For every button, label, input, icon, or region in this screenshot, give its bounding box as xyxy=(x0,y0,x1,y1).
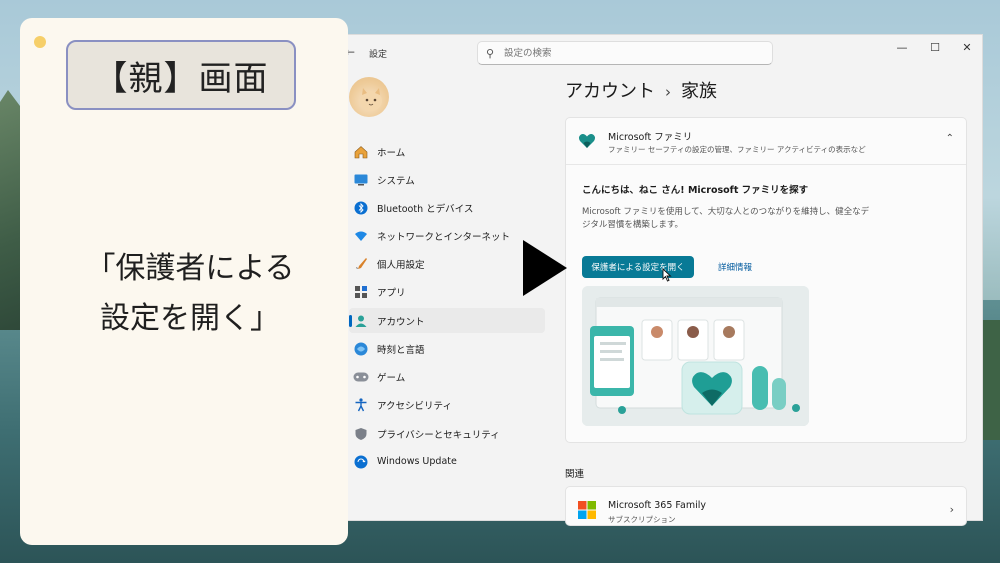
close-button[interactable]: ✕ xyxy=(957,41,977,57)
sidebar-item-label: Bluetooth とデバイス xyxy=(377,203,474,215)
sidebar-item-apps[interactable]: アプリ xyxy=(349,279,545,304)
chevron-up-icon[interactable]: ⌃ xyxy=(946,133,954,144)
chevron-right-icon: › xyxy=(949,503,954,516)
family-card-title: Microsoft ファミリ xyxy=(608,132,693,143)
system-icon xyxy=(353,172,369,188)
sidebar-item-system[interactable]: システム xyxy=(349,167,545,192)
ms365-subtitle: サブスクリプション xyxy=(608,515,676,524)
sidebar-item-accessibility[interactable]: アクセシビリティ xyxy=(349,392,545,417)
family-card-description: ファミリー セーフティの設定の管理、ファミリー アクティビティの表示など xyxy=(608,145,866,154)
sidebar-item-label: ホーム xyxy=(377,147,406,159)
sidebar-item-label: プライバシーとセキュリティ xyxy=(377,429,500,441)
title-bar: ← 設定 ⚲ — ☐ ✕ xyxy=(341,35,984,69)
family-app-illustration xyxy=(582,286,809,426)
breadcrumb-separator: › xyxy=(665,83,671,101)
sidebar-item-account[interactable]: アカウント xyxy=(349,308,545,333)
sidebar-item-gaming[interactable]: ゲーム xyxy=(349,364,545,389)
gaming-icon xyxy=(353,369,369,385)
home-icon xyxy=(353,144,369,160)
mouse-pointer-icon xyxy=(662,267,672,285)
microsoft-logo-icon xyxy=(578,501,596,519)
network-icon xyxy=(353,228,369,244)
update-icon xyxy=(353,454,369,470)
learn-more-link[interactable]: 詳細情報 xyxy=(718,261,752,273)
instruction-text: 「保護者による 設定を開く」 xyxy=(50,244,330,344)
related-section-label: 関連 xyxy=(565,469,585,480)
sidebar-item-network[interactable]: ネットワークとインターネット xyxy=(349,223,545,248)
sidebar-item-bluetooth[interactable]: Bluetooth とデバイス xyxy=(349,195,545,220)
instruction-line: 「保護者による xyxy=(85,251,295,286)
sidebar-item-personalization[interactable]: 個人用設定 xyxy=(349,251,545,276)
sidebar-item-label: アカウント xyxy=(377,316,425,328)
sidebar-item-label: Windows Update xyxy=(377,456,457,467)
page-title: 家族 xyxy=(681,81,717,102)
sidebar-item-label: 個人用設定 xyxy=(377,259,425,271)
sidebar-item-label: ゲーム xyxy=(377,372,406,384)
sidebar-item-windows-update[interactable]: Windows Update xyxy=(349,449,545,474)
minimize-button[interactable]: — xyxy=(892,41,912,57)
app-title: 設定 xyxy=(369,50,388,60)
instruction-line: 設定を開く」 xyxy=(100,301,280,336)
sidebar-item-label: アプリ xyxy=(377,287,406,299)
search-box[interactable]: ⚲ xyxy=(477,41,773,65)
ms365-title: Microsoft 365 Family xyxy=(608,500,706,511)
card-dot xyxy=(34,36,46,48)
sidebar-item-label: 時刻と言語 xyxy=(377,344,425,356)
active-indicator xyxy=(349,315,352,327)
avatar[interactable] xyxy=(349,77,389,117)
time-language-icon xyxy=(353,341,369,357)
privacy-icon xyxy=(353,426,369,442)
accessibility-icon xyxy=(353,397,369,413)
breadcrumb: アカウント › 家族 xyxy=(565,77,717,103)
settings-window: ← 設定 ⚲ — ☐ ✕ ホーム システム xyxy=(340,34,984,526)
play-arrow-icon xyxy=(523,240,567,296)
open-family-settings-button[interactable]: 保護者による設定を開く xyxy=(582,256,694,278)
family-greeting: こんにちは、ねこ さん! Microsoft ファミリを探す xyxy=(582,185,809,196)
microsoft-365-family-card[interactable]: Microsoft 365 Family サブスクリプション › xyxy=(565,486,967,526)
sidebar-item-label: アクセシビリティ xyxy=(377,400,452,412)
search-icon: ⚲ xyxy=(486,47,495,60)
family-heart-icon xyxy=(578,134,596,148)
sidebar-item-home[interactable]: ホーム xyxy=(349,139,545,164)
sidebar-item-privacy[interactable]: プライバシーとセキュリティ xyxy=(349,421,545,446)
sidebar-item-time-language[interactable]: 時刻と言語 xyxy=(349,336,545,361)
instruction-card: 【親】画面 「保護者による 設定を開く」 xyxy=(20,18,348,545)
family-body-text: Microsoft ファミリを使用して、大切な人とのつながりを維持し、健全なデジ… xyxy=(582,207,870,230)
search-input[interactable] xyxy=(504,46,764,61)
screen-title: 【親】画面 xyxy=(66,40,296,110)
breadcrumb-parent[interactable]: アカウント xyxy=(565,81,655,102)
maximize-button[interactable]: ☐ xyxy=(925,41,945,57)
cat-avatar-icon xyxy=(360,88,382,111)
microsoft-family-card: Microsoft ファミリ ファミリー セーフティの設定の管理、ファミリー ア… xyxy=(565,117,967,443)
personalization-icon xyxy=(353,256,369,272)
bluetooth-icon xyxy=(353,200,369,216)
account-icon xyxy=(353,313,369,329)
apps-icon xyxy=(353,284,369,300)
sidebar-item-label: システム xyxy=(377,175,415,187)
sidebar-item-label: ネットワークとインターネット xyxy=(377,231,511,243)
family-illustration xyxy=(582,286,809,426)
family-card-header[interactable]: Microsoft ファミリ ファミリー セーフティの設定の管理、ファミリー ア… xyxy=(566,118,966,165)
